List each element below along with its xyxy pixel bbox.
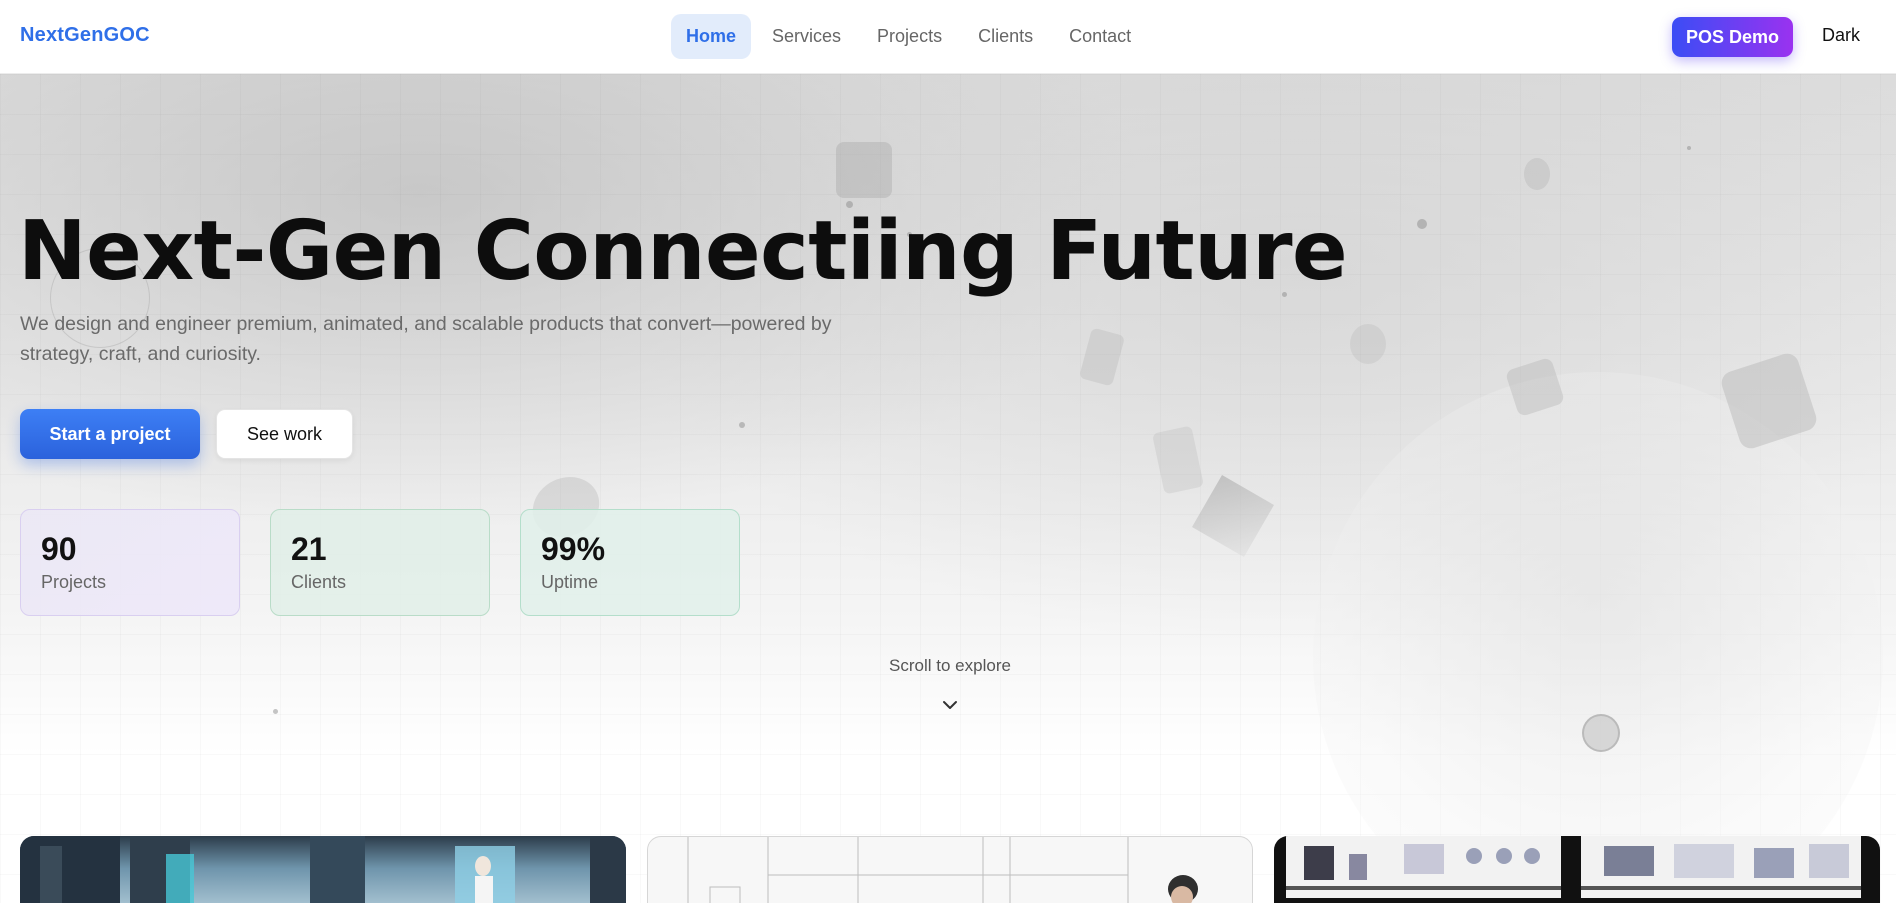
nav-item-clients[interactable]: Clients (963, 14, 1048, 59)
project-card-image[interactable] (20, 836, 626, 903)
office-illustration (1286, 836, 1861, 898)
decorative-oval (1350, 324, 1386, 364)
hero-background (0, 74, 1896, 903)
site-header: NextGenGOC Home Services Projects Client… (0, 0, 1896, 74)
decorative-dot (1687, 146, 1691, 150)
stat-label: Projects (41, 572, 107, 592)
decorative-oval (1524, 158, 1550, 190)
hero-title: Next-Gen Connectiing Future (18, 204, 1348, 299)
decorative-dot (1417, 219, 1427, 229)
stat-value: 90 (41, 531, 77, 567)
see-work-button[interactable]: See work (216, 409, 353, 459)
nav-item-projects[interactable]: Projects (862, 14, 957, 59)
chevron-down-icon[interactable] (941, 696, 959, 714)
decorative-dot (739, 422, 745, 428)
decorative-square (836, 142, 892, 198)
stat-card-uptime: 99% Uptime (520, 509, 740, 616)
scroll-hint: Scroll to explore (889, 656, 1011, 675)
hero-subtitle: We design and engineer premium, animated… (20, 313, 832, 365)
stat-value: 21 (291, 531, 327, 567)
stat-label: Uptime (541, 572, 599, 592)
start-project-button[interactable]: Start a project (20, 409, 200, 459)
nav-item-home[interactable]: Home (671, 14, 752, 59)
stat-card-clients: 21 Clients (270, 509, 490, 616)
nav-item-contact[interactable]: Contact (1054, 14, 1146, 59)
theme-toggle[interactable]: Dark (1822, 25, 1860, 46)
main-nav: Home Services Projects Clients Contact (671, 14, 1146, 59)
stat-label: Clients (291, 572, 347, 592)
brand-logo[interactable]: NextGenGOC (20, 24, 150, 47)
stat-value: 99% (541, 531, 606, 567)
pos-demo-button[interactable]: POS Demo (1672, 17, 1794, 57)
city-illustration (20, 836, 626, 903)
project-card-office[interactable] (1274, 836, 1880, 903)
stat-card-projects: 90 Projects (20, 509, 240, 616)
decorative-target (1582, 714, 1620, 752)
sketch-illustration (687, 837, 1198, 903)
nav-item-services[interactable]: Services (757, 14, 856, 59)
decorative-dot (273, 709, 278, 714)
project-card-sketch[interactable] (647, 836, 1253, 903)
